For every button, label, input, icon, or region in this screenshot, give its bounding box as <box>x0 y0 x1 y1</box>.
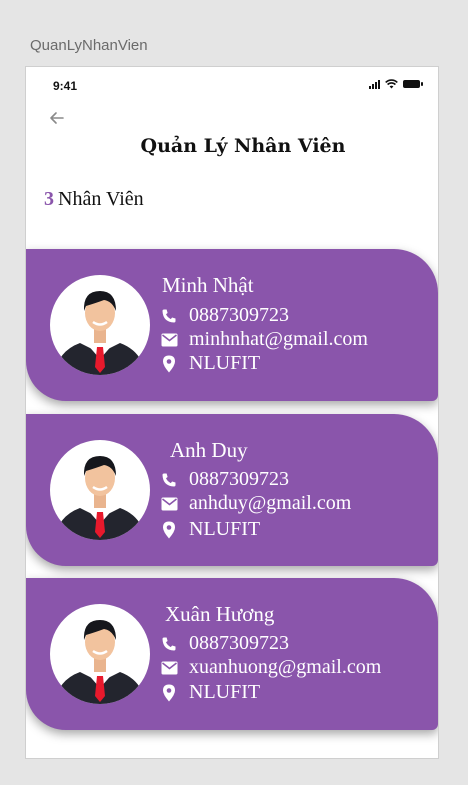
phone-screen: 9:41 Quản Lý Nhân Viên 3 Nhân Viên Minh N… <box>25 66 439 759</box>
employee-count: 3 Nhân Viên <box>44 188 144 211</box>
phone-row[interactable]: 0887309723 <box>160 304 289 327</box>
arrow-left-icon <box>50 112 64 124</box>
location-row[interactable]: NLUFIT <box>160 352 260 375</box>
employee-card[interactable]: Xuân Hương 0887309723 xuanhuong@gmail.co… <box>26 578 438 730</box>
back-button[interactable] <box>46 107 68 129</box>
employee-count-label: Nhân Viên <box>58 188 144 210</box>
email-text: xuanhuong@gmail.com <box>189 656 382 678</box>
phone-text: 0887309723 <box>189 632 289 654</box>
phone-icon <box>160 471 178 489</box>
email-text: minhnhat@gmail.com <box>189 328 368 350</box>
status-time: 9:41 <box>53 79 78 93</box>
mail-icon <box>160 659 178 677</box>
avatar <box>50 604 150 704</box>
employee-count-number: 3 <box>44 188 54 210</box>
wifi-icon <box>385 79 398 89</box>
phone-text: 0887309723 <box>189 468 289 490</box>
mail-icon <box>160 495 178 513</box>
employee-name: Xuân Hương <box>165 602 275 626</box>
email-row[interactable]: minhnhat@gmail.com <box>160 328 368 351</box>
phone-row[interactable]: 0887309723 <box>160 468 289 491</box>
location-row[interactable]: NLUFIT <box>160 681 260 704</box>
email-text: anhduy@gmail.com <box>189 492 352 514</box>
location-pin-icon <box>160 355 178 373</box>
status-icons <box>369 79 423 89</box>
location-text: NLUFIT <box>189 352 261 374</box>
employee-name: Anh Duy <box>170 438 248 462</box>
avatar <box>50 275 150 375</box>
window-title: QuanLyNhanVien <box>30 37 148 54</box>
location-pin-icon <box>160 521 178 539</box>
location-pin-icon <box>160 684 178 702</box>
status-bar: 9:41 <box>26 67 438 103</box>
mail-icon <box>160 331 178 349</box>
email-row[interactable]: anhduy@gmail.com <box>160 492 351 515</box>
battery-icon <box>403 80 423 88</box>
phone-icon <box>160 307 178 325</box>
page-title: Quản Lý Nhân Viên <box>140 135 346 157</box>
location-text: NLUFIT <box>189 681 261 703</box>
employee-card[interactable]: Anh Duy 0887309723 anhduy@gmail.com NLUF… <box>26 414 438 566</box>
employee-card[interactable]: Minh Nhật 0887309723 minhnhat@gmail.com … <box>26 249 438 401</box>
location-row[interactable]: NLUFIT <box>160 518 260 541</box>
signal-icon <box>369 79 380 89</box>
location-text: NLUFIT <box>189 518 261 540</box>
phone-text: 0887309723 <box>189 304 289 326</box>
avatar <box>50 440 150 540</box>
employee-name: Minh Nhật <box>162 273 254 297</box>
email-row[interactable]: xuanhuong@gmail.com <box>160 656 381 679</box>
phone-row[interactable]: 0887309723 <box>160 632 289 655</box>
phone-icon <box>160 635 178 653</box>
